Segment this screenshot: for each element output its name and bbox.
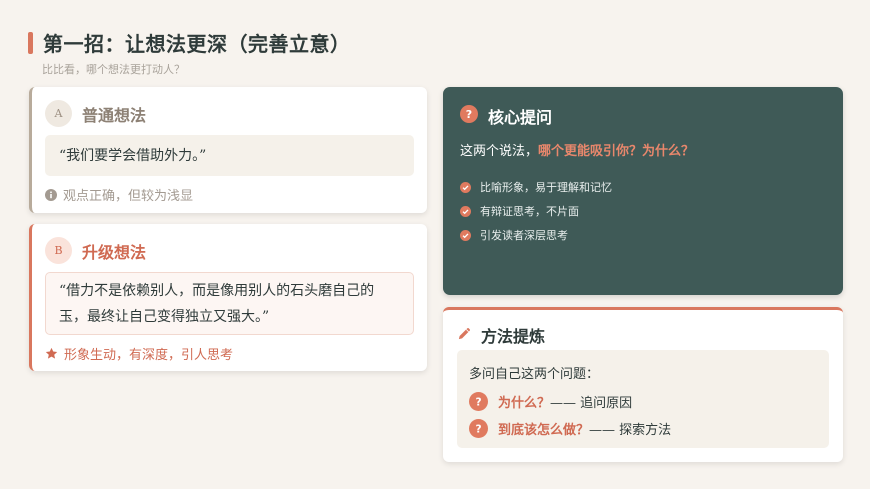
page-title: 第一招：让想法更深（完善立意）	[43, 32, 351, 56]
question-icon: ?	[469, 419, 488, 438]
svg-text:?: ?	[466, 108, 472, 121]
method-row: ? 为什么？ —— 追问原因	[469, 392, 632, 411]
card-a-note-text: 观点正确，但较为浅显	[63, 189, 194, 204]
core-title: 核心提问	[488, 108, 553, 127]
question-icon: ?	[460, 105, 478, 127]
star-icon	[45, 347, 58, 360]
svg-text:?: ?	[475, 424, 481, 436]
card-a-quote: “我们要学会借助外力。”	[45, 135, 414, 176]
method-row: ? 到底该怎么做？ —— 探索方法	[469, 419, 671, 438]
list-item: 有辩证思考，不片面	[460, 199, 612, 223]
info-icon	[45, 188, 57, 201]
core-item-label: 有辩证思考，不片面	[480, 205, 579, 218]
core-item-label: 引发读者深层思考	[480, 229, 568, 242]
card-b-note: 形象生动，有深度，引人思考	[45, 344, 233, 363]
method-intro: 多问自己这两个问题：	[469, 367, 600, 382]
pencil-icon	[457, 326, 472, 345]
core-question: 这两个说法，哪个更能吸引你？为什么？	[460, 140, 694, 159]
check-circle-icon	[460, 229, 471, 241]
method-panel: 方法提炼 多问自己这两个问题： ? 为什么？ —— 追问原因 ? 到底该怎么做？…	[443, 307, 843, 462]
page-header: 第一招：让想法更深（完善立意）	[28, 28, 351, 57]
list-item: 引发读者深层思考	[460, 223, 612, 247]
card-a-note: 观点正确，但较为浅显	[45, 185, 193, 204]
core-header: ? 核心提问	[460, 104, 552, 128]
core-question-panel: ? 核心提问 这两个说法，哪个更能吸引你？为什么？ 比喻形象，易于理解和记忆 有…	[443, 87, 843, 295]
svg-text:?: ?	[475, 397, 481, 409]
method-row-highlight: 为什么？	[498, 396, 551, 411]
badge-b: B	[45, 237, 72, 264]
core-question-prefix: 这两个说法，	[460, 144, 539, 159]
card-a-title: 普通想法	[82, 105, 147, 125]
card-b-note-text: 形象生动，有深度，引人思考	[64, 348, 234, 363]
upgraded-idea-card: B 升级想法 “借力不是依赖别人，而是像用别人的石头磨自己的玉，最终让自己变得独…	[29, 224, 427, 371]
title-accent-bar	[28, 31, 33, 54]
core-question-highlight: 哪个更能吸引你？为什么？	[538, 144, 695, 159]
method-row-text: —— 追问原因	[550, 396, 633, 411]
ordinary-idea-card: A 普通想法 “我们要学会借助外力。” 观点正确，但较为浅显	[29, 87, 427, 213]
question-icon: ?	[469, 392, 488, 411]
card-a-header: A 普通想法	[45, 100, 146, 127]
method-row-text: —— 探索方法	[589, 423, 672, 438]
method-title: 方法提炼	[481, 327, 546, 346]
core-item-label: 比喻形象，易于理解和记忆	[480, 181, 612, 194]
page-subtitle: 比比看，哪个想法更打动人？	[42, 63, 185, 76]
card-b-title: 升级想法	[82, 242, 147, 262]
method-box: 多问自己这两个问题： ? 为什么？ —— 追问原因 ? 到底该怎么做？ —— 探…	[457, 350, 829, 448]
check-circle-icon	[460, 205, 471, 217]
badge-a: A	[45, 100, 72, 127]
card-b-header: B 升级想法	[45, 237, 146, 264]
method-header: 方法提炼	[457, 323, 545, 347]
list-item: 比喻形象，易于理解和记忆	[460, 175, 612, 199]
card-b-quote: “借力不是依赖别人，而是像用别人的石头磨自己的玉，最终让自己变得独立又强大。”	[45, 272, 414, 335]
check-circle-icon	[460, 181, 471, 193]
core-list: 比喻形象，易于理解和记忆 有辩证思考，不片面 引发读者深层思考	[460, 175, 612, 247]
method-row-highlight: 到底该怎么做？	[498, 423, 590, 438]
